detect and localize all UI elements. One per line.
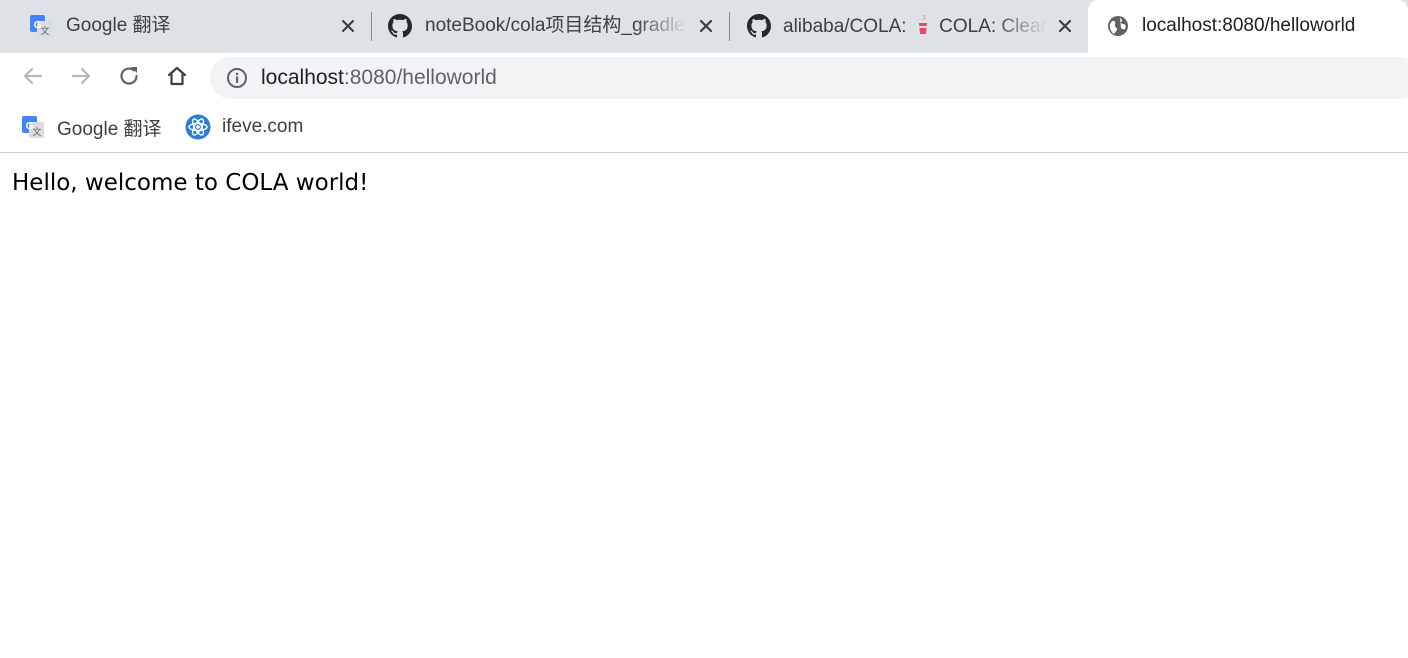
forward-button[interactable] [66, 63, 96, 93]
github-icon [388, 14, 412, 38]
tab-localhost-helloworld[interactable]: localhost:8080/helloworld [1088, 0, 1408, 53]
cup-with-straw-icon [916, 15, 930, 41]
tab-title: noteBook/cola项目结构_gradle [425, 15, 685, 36]
home-button[interactable] [162, 63, 192, 93]
bookmark-google-translate[interactable]: G 文 Google 翻译 [20, 114, 162, 140]
tab-title: Google 翻译 [66, 15, 171, 36]
url-text[interactable]: localhost:8080/helloworld [261, 66, 497, 90]
forward-arrow-icon [69, 64, 93, 93]
reload-icon [117, 64, 141, 93]
tab-title: localhost:8080/helloworld [1142, 15, 1356, 36]
tab-title-prefix: alibaba/COLA: [783, 16, 912, 37]
tab-alibaba-cola[interactable]: alibaba/COLA: COLA: Clean [730, 0, 1087, 53]
info-icon[interactable] [226, 67, 248, 89]
tab-notebook-cola[interactable]: noteBook/cola项目结构_gradle [372, 0, 728, 53]
google-translate-icon: G 文 [20, 114, 46, 140]
tab-title-suffix: COLA: Clean [933, 16, 1047, 37]
google-translate-icon: G 文 [29, 14, 53, 38]
github-icon [747, 14, 771, 38]
svg-text:文: 文 [32, 126, 41, 138]
atom-icon [185, 114, 211, 140]
close-icon[interactable] [1055, 16, 1075, 36]
address-bar[interactable]: localhost:8080/helloworld [210, 57, 1408, 99]
url-host: localhost [261, 66, 344, 89]
tab-strip: G 文 Google 翻译 noteBook/cola项目结构_gradle a… [0, 0, 1408, 53]
page-content: Hello, welcome to COLA world! [0, 154, 1408, 658]
url-path: :8080/helloworld [343, 66, 497, 89]
bookmarks-bar: G 文 Google 翻译 ifeve.com [0, 103, 1408, 153]
bookmark-ifeve[interactable]: ifeve.com [185, 114, 303, 140]
close-icon[interactable] [338, 16, 358, 36]
close-icon[interactable] [696, 16, 716, 36]
reload-button[interactable] [114, 63, 144, 93]
back-arrow-icon [21, 64, 45, 93]
back-button[interactable] [18, 63, 48, 93]
tab-google-translate[interactable]: G 文 Google 翻译 [8, 0, 370, 53]
bookmark-label: ifeve.com [222, 116, 304, 137]
globe-icon [1106, 14, 1130, 38]
hello-message: Hello, welcome to COLA world! [12, 170, 369, 196]
browser-toolbar: localhost:8080/helloworld [0, 53, 1408, 103]
tab-title: alibaba/COLA: COLA: Clean [783, 15, 1047, 41]
home-icon [165, 64, 189, 93]
bookmark-label: Google 翻译 [57, 118, 162, 140]
svg-text:文: 文 [40, 25, 49, 37]
